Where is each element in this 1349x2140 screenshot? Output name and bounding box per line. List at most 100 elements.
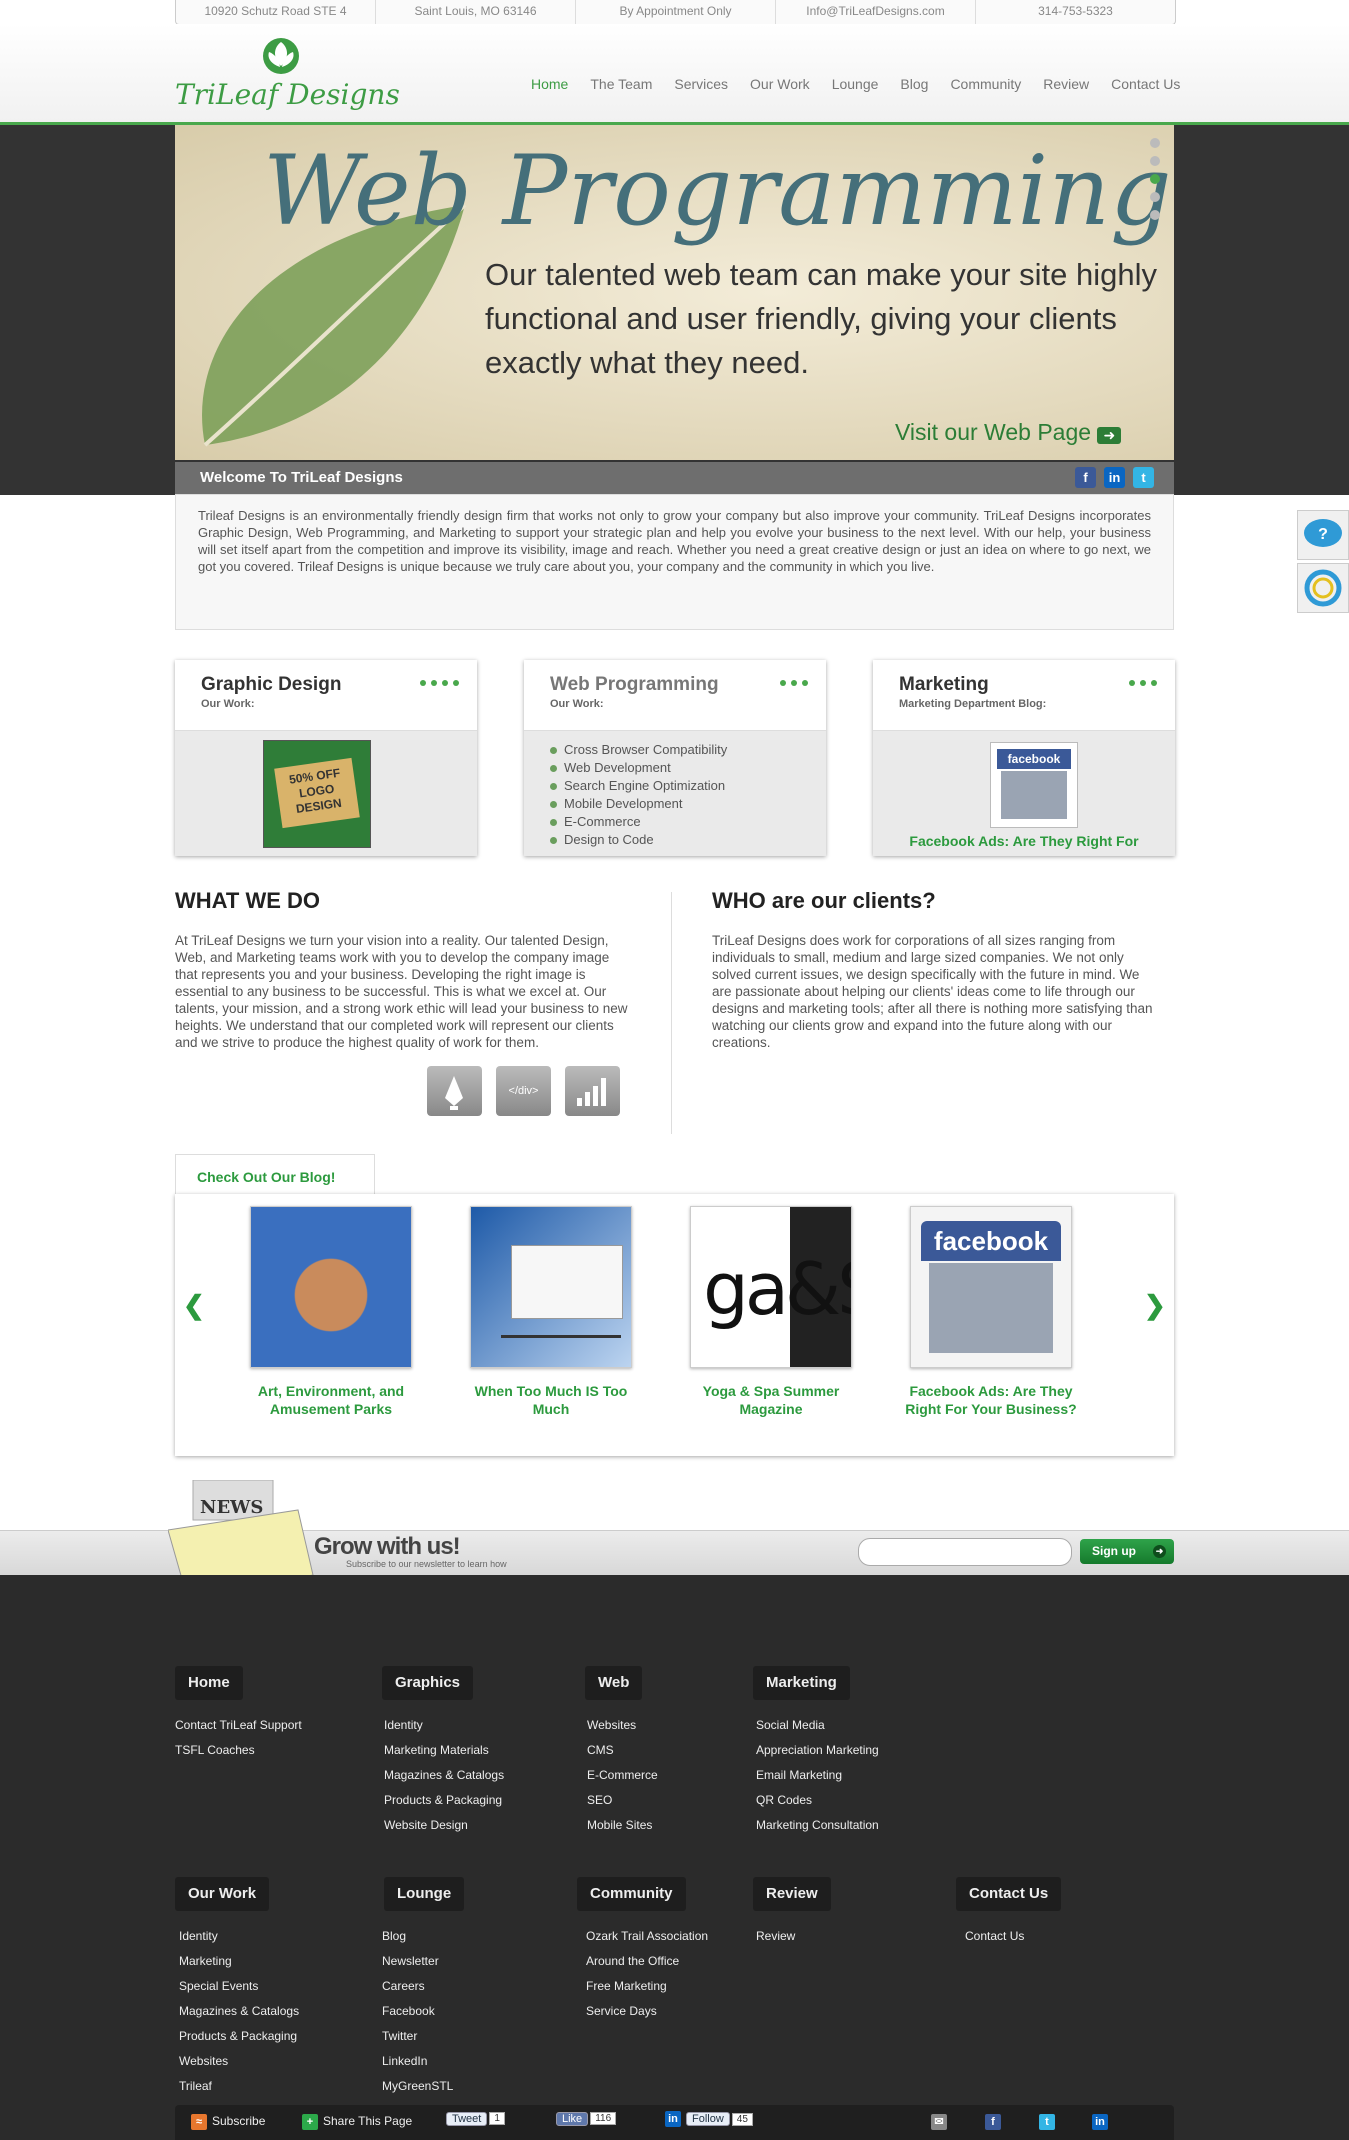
footer-heading[interactable]: Community: [577, 1877, 686, 1911]
footer-link[interactable]: Service Days: [586, 1999, 708, 2024]
footer-link[interactable]: Contact Us: [965, 1924, 1024, 1949]
footer-link[interactable]: Website Design: [384, 1813, 504, 1838]
blog-post[interactable]: facebook Facebook Ads: Are They Right Fo…: [901, 1206, 1081, 1418]
feedback-button[interactable]: [1297, 563, 1349, 613]
facebook-icon[interactable]: f: [1075, 467, 1096, 488]
slide-dot[interactable]: [1150, 138, 1160, 148]
facebook-store-thumbnail[interactable]: facebook: [990, 742, 1078, 828]
email-link[interactable]: Info@TriLeafDesigns.com: [776, 0, 976, 24]
footer-link[interactable]: CMS: [587, 1738, 658, 1763]
blog-post[interactable]: When Too Much IS Too Much: [461, 1206, 641, 1418]
blog-thumbnail[interactable]: facebook: [910, 1206, 1072, 1368]
footer-link[interactable]: Magazines & Catalogs: [179, 1999, 299, 2024]
footer-link[interactable]: Contact TriLeaf Support: [175, 1713, 302, 1738]
footer-link[interactable]: Mobile Sites: [587, 1813, 658, 1838]
blog-post-title[interactable]: Art, Environment, and Amusement Parks: [241, 1382, 421, 1418]
slide-dot[interactable]: [1150, 210, 1160, 220]
nav-review[interactable]: Review: [1032, 76, 1100, 92]
footer-link[interactable]: Email Marketing: [756, 1763, 879, 1788]
linkedin-follow-button[interactable]: in Follow 45: [665, 2111, 753, 2127]
footer-link[interactable]: Careers: [382, 1974, 453, 1999]
trileaf-logo[interactable]: TriLeaf Designs: [175, 34, 400, 114]
blog-thumbnail[interactable]: [470, 1206, 632, 1368]
footer-link[interactable]: LinkedIn: [382, 2049, 453, 2074]
footer-heading[interactable]: Lounge: [384, 1877, 465, 1911]
hero-slide[interactable]: Web Programming Our talented web team ca…: [175, 125, 1174, 460]
footer-link[interactable]: SEO: [587, 1788, 658, 1813]
footer-link[interactable]: Identity: [384, 1713, 504, 1738]
footer-link[interactable]: Products & Packaging: [384, 1788, 504, 1813]
blog-post-title[interactable]: Yoga & Spa Summer Magazine: [681, 1382, 861, 1418]
blog-post[interactable]: ga&S Yoga & Spa Summer Magazine: [681, 1206, 861, 1418]
nav-blog[interactable]: Blog: [889, 76, 939, 92]
blog-tab[interactable]: Check Out Our Blog!: [175, 1154, 375, 1194]
carousel-next-arrow-icon[interactable]: ❯: [1144, 1290, 1166, 1321]
signup-button[interactable]: Sign up ➜: [1080, 1539, 1174, 1564]
twitter-icon[interactable]: t: [1039, 2114, 1060, 2130]
footer-link[interactable]: Around the Office: [586, 1949, 708, 1974]
footer-link[interactable]: Products & Packaging: [179, 2024, 299, 2049]
bar-chart-icon[interactable]: [565, 1066, 620, 1116]
footer-link[interactable]: Social Media: [756, 1713, 879, 1738]
footer-link[interactable]: TSFL Coaches: [175, 1738, 302, 1763]
slide-dot[interactable]: [1150, 192, 1160, 202]
pen-tool-icon[interactable]: [427, 1066, 482, 1116]
service-card-graphic-design[interactable]: Graphic Design Our Work: 50% OFF LOGO DE…: [175, 660, 477, 856]
service-card-marketing[interactable]: Marketing Marketing Department Blog: fac…: [873, 660, 1175, 856]
footer-link[interactable]: QR Codes: [756, 1788, 879, 1813]
hero-cta-link[interactable]: Visit our Web Page ➜: [895, 419, 1122, 446]
footer-link[interactable]: Magazines & Catalogs: [384, 1763, 504, 1788]
carousel-prev-arrow-icon[interactable]: ❮: [183, 1290, 205, 1321]
facebook-like-button[interactable]: Like 116: [556, 2111, 617, 2126]
footer-link[interactable]: Blog: [382, 1924, 453, 1949]
blog-thumbnail[interactable]: [250, 1206, 412, 1368]
blog-post[interactable]: Art, Environment, and Amusement Parks: [241, 1206, 421, 1418]
footer-link[interactable]: E-Commerce: [587, 1763, 658, 1788]
footer-link[interactable]: MyGreenSTL: [382, 2074, 453, 2099]
blog-post-title[interactable]: Facebook Ads: Are They Right For Your Bu…: [901, 1382, 1081, 1418]
footer-heading[interactable]: Web: [585, 1666, 643, 1700]
footer-heading[interactable]: Our Work: [175, 1877, 270, 1911]
tweet-button[interactable]: Tweet 1: [446, 2111, 505, 2126]
footer-link[interactable]: Free Marketing: [586, 1974, 708, 1999]
footer-link[interactable]: Appreciation Marketing: [756, 1738, 879, 1763]
footer-link[interactable]: Marketing Materials: [384, 1738, 504, 1763]
subscribe-button[interactable]: ≈ Subscribe: [191, 2114, 265, 2130]
facebook-icon[interactable]: f: [985, 2114, 1006, 2130]
nav-contact-us[interactable]: Contact Us: [1100, 76, 1191, 92]
share-page-button[interactable]: + Share This Page: [302, 2114, 412, 2130]
blog-thumbnail[interactable]: ga&S: [690, 1206, 852, 1368]
footer-link[interactable]: Marketing Consultation: [756, 1813, 879, 1838]
footer-link[interactable]: Ozark Trail Association: [586, 1924, 708, 1949]
service-card-web-programming[interactable]: Web Programming Our Work: Cross Browser …: [524, 660, 826, 856]
footer-link[interactable]: Special Events: [179, 1974, 299, 1999]
footer-heading[interactable]: Home: [175, 1666, 243, 1700]
footer-heading[interactable]: Review: [753, 1877, 831, 1911]
nav-community[interactable]: Community: [939, 76, 1032, 92]
footer-link[interactable]: Websites: [179, 2049, 299, 2074]
nav-our-work[interactable]: Our Work: [739, 76, 821, 92]
nav-the-team[interactable]: The Team: [579, 76, 663, 92]
newsletter-email-input[interactable]: [858, 1538, 1072, 1566]
slide-dot[interactable]: [1150, 156, 1160, 166]
email-icon[interactable]: ✉: [931, 2114, 952, 2130]
nav-lounge[interactable]: Lounge: [821, 76, 890, 92]
logo-design-thumbnail[interactable]: 50% OFF LOGO DESIGN: [263, 740, 371, 848]
linkedin-icon[interactable]: in: [1104, 467, 1125, 488]
slide-dot-active[interactable]: [1150, 174, 1160, 184]
footer-link[interactable]: Websites: [587, 1713, 658, 1738]
footer-heading[interactable]: Graphics: [382, 1666, 474, 1700]
blog-post-title[interactable]: When Too Much IS Too Much: [461, 1382, 641, 1418]
footer-link[interactable]: Review: [756, 1924, 795, 1949]
nav-services[interactable]: Services: [663, 76, 739, 92]
footer-link[interactable]: Facebook: [382, 1999, 453, 2024]
footer-link[interactable]: Identity: [179, 1924, 299, 1949]
footer-heading[interactable]: Marketing: [753, 1666, 850, 1700]
marketing-blog-link[interactable]: Facebook Ads: Are They Right For: [873, 833, 1175, 853]
help-chat-button[interactable]: ?: [1297, 510, 1349, 560]
footer-link[interactable]: Twitter: [382, 2024, 453, 2049]
linkedin-icon[interactable]: in: [1092, 2114, 1113, 2130]
twitter-icon[interactable]: t: [1133, 467, 1154, 488]
code-tag-icon[interactable]: </div>: [496, 1066, 551, 1116]
footer-link[interactable]: Newsletter: [382, 1949, 453, 1974]
